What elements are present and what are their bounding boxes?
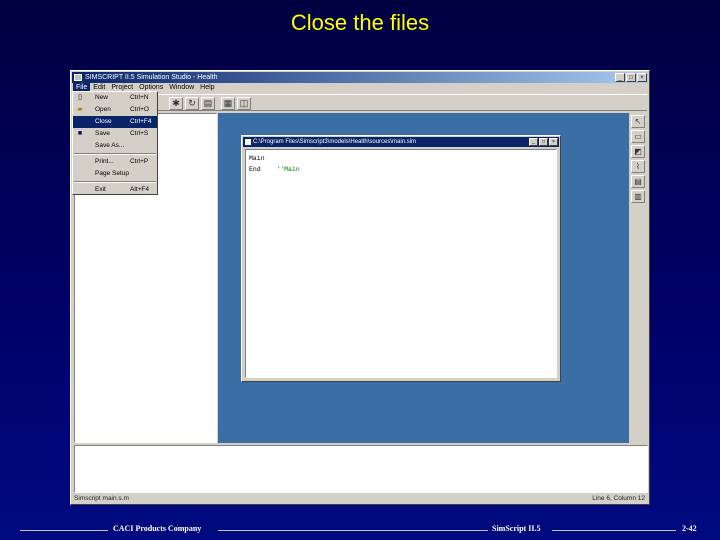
paste-tool-icon[interactable]: ▭ (631, 130, 645, 143)
run-icon[interactable]: ↻ (185, 97, 199, 110)
editor-title: C:\Program Files\Simscript3\models\Healt… (253, 139, 417, 145)
menu-item-new[interactable]: ▯ New Ctrl+N (73, 92, 157, 104)
menu-item-save-as[interactable]: Save As... (73, 140, 157, 152)
footer-page-number: 2-42 (682, 524, 697, 533)
editor-close-button[interactable]: × (549, 138, 558, 146)
document-icon (245, 139, 251, 145)
status-text: Simscript main.s.m (74, 495, 129, 502)
editor-minimize-button[interactable]: _ (529, 138, 538, 146)
menu-item-label: Close (95, 118, 112, 125)
footer-product: SimScript II.5 (492, 524, 541, 533)
table-tool-icon[interactable]: ▤ (631, 175, 645, 188)
menu-item-label: Save As... (95, 142, 125, 149)
graph-tool-icon[interactable]: ⌇ (631, 160, 645, 173)
code-line-2: End ''Main (249, 164, 553, 175)
dialog-icon[interactable]: ◫ (237, 97, 251, 110)
grid-icon[interactable]: ▦ (221, 97, 235, 110)
open-folder-icon: ▰ (77, 106, 83, 113)
menu-item-close[interactable]: Close Ctrl+F4 (73, 116, 157, 128)
menu-item-print[interactable]: Print... Ctrl+P (73, 156, 157, 168)
footer-company: CACI Products Company (113, 524, 202, 533)
tool-palette: ↖ ▭ ◩ ⌇ ▤ ▥ (631, 115, 647, 215)
menu-item-shortcut: Ctrl+S (130, 130, 149, 137)
app-titlebar[interactable]: SIMSCRIPT II.5 Simulation Studio - Healt… (72, 72, 648, 83)
pointer-tool-icon[interactable]: ↖ (631, 115, 645, 128)
image-tool-icon[interactable]: ◩ (631, 145, 645, 158)
app-title: SIMSCRIPT II.5 Simulation Studio - Healt… (85, 74, 218, 81)
menu-item-shortcut: Ctrl+P (130, 158, 149, 165)
code-keyword: End (249, 166, 261, 173)
file-menu-dropdown: ▯ New Ctrl+N ▰ Open Ctrl+O Close Ctrl+F4… (72, 91, 158, 195)
footer-rule (552, 530, 676, 531)
menu-item-shortcut: Ctrl+N (130, 94, 149, 101)
code-line: Main (249, 155, 265, 162)
statusbar: Simscript main.s.m Line 6, Column 12 (73, 494, 647, 504)
menu-item-shortcut: Alt+F4 (130, 186, 149, 193)
menu-separator (74, 153, 156, 155)
menu-item-exit[interactable]: Exit Alt+F4 (73, 184, 157, 196)
mdi-workspace: C:\Program Files\Simscript3\models\Healt… (218, 113, 629, 443)
menu-item-label: New (95, 94, 109, 101)
save-icon: ■ (77, 130, 83, 137)
menu-window[interactable]: Window (166, 83, 197, 93)
menu-item-label: Open (95, 106, 111, 113)
menu-item-page-setup[interactable]: Page Setup (73, 168, 157, 180)
editor-window: C:\Program Files\Simscript3\models\Healt… (241, 135, 561, 382)
menu-item-open[interactable]: ▰ Open Ctrl+O (73, 104, 157, 116)
editor-maximize-button[interactable]: □ (539, 138, 548, 146)
new-file-icon: ▯ (78, 94, 82, 101)
menu-item-shortcut: Ctrl+O (130, 106, 149, 113)
bug-icon[interactable]: ✱ (169, 97, 183, 110)
menu-item-label: Page Setup (95, 170, 129, 177)
menu-help[interactable]: Help (197, 83, 217, 93)
menu-item-save[interactable]: ■ Save Ctrl+S (73, 128, 157, 140)
app-icon (74, 74, 82, 81)
menu-item-label: Print... (95, 158, 114, 165)
close-window-button[interactable]: × (637, 73, 647, 82)
menu-item-shortcut: Ctrl+F4 (130, 118, 152, 125)
form-tool-icon[interactable]: ▥ (631, 190, 645, 203)
toolbar: ✱ ↻ ▤ ▦ ◫ (73, 94, 647, 111)
menu-item-label: Exit (95, 186, 106, 193)
slide-title: Close the files (290, 10, 430, 35)
code-editor[interactable]: Main End ''Main (245, 149, 557, 378)
print-icon[interactable]: ▤ (201, 97, 215, 110)
menu-item-label: Save (95, 130, 110, 137)
menu-separator (74, 181, 156, 183)
cursor-position: Line 6, Column 12 (592, 495, 645, 502)
minimize-button[interactable]: _ (615, 73, 625, 82)
editor-titlebar[interactable]: C:\Program Files\Simscript3\models\Healt… (243, 137, 559, 147)
maximize-button[interactable]: □ (626, 73, 636, 82)
output-pane[interactable] (74, 445, 648, 493)
code-comment: ''Main (276, 166, 300, 173)
footer-rule (218, 530, 488, 531)
footer-rule (20, 530, 108, 531)
